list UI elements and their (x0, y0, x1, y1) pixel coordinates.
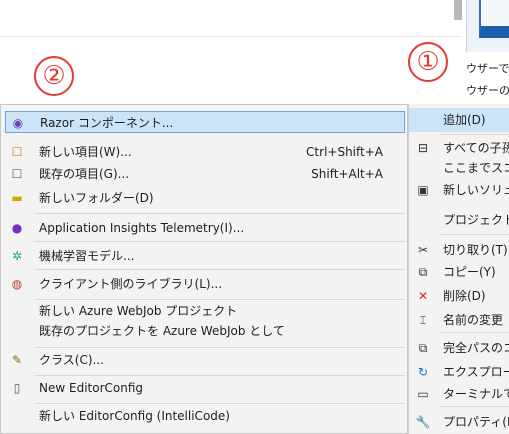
menu-label: Application Insights Telemetry(I)... (39, 221, 245, 235)
class-icon: ✎ (11, 353, 23, 367)
menu-new-item[interactable]: ☐ 新しい項目(W)... Ctrl+Shift+A (5, 141, 405, 163)
menu-shortcut: Ctrl+Shift+A (306, 145, 383, 159)
scrollbar-thumb[interactable] (454, 0, 462, 20)
context-properties[interactable]: 🔧 プロパティ(R) (409, 410, 509, 434)
menu-ml-model[interactable]: ✲ 機械学習モデル... (5, 245, 405, 267)
menu-shortcut: Shift+Alt+A (311, 167, 383, 181)
refresh-icon: ↻ (417, 365, 429, 379)
razor-component-icon: ◉ (12, 116, 24, 130)
menu-label: クラス(C)... (39, 353, 104, 367)
background-text-2: ウザーの追 (466, 84, 509, 97)
new-item-icon: ☐ (11, 145, 23, 159)
separator (439, 234, 509, 235)
menu-new-editorconfig-intellicode[interactable]: 新しい EditorConfig (IntelliCode) (5, 405, 405, 427)
context-copy-path[interactable]: ⧉ 完全パスのコ (409, 336, 509, 360)
context-label: プロパティ(R) (443, 415, 509, 429)
add-submenu: ◉ Razor コンポーネント... ☐ 新しい項目(W)... Ctrl+Sh… (0, 104, 408, 434)
context-label: すべての子孫 (443, 141, 509, 155)
client-library-icon: ◍ (11, 277, 23, 291)
app-insights-icon: ● (11, 221, 23, 235)
context-rename[interactable]: ⌶ 名前の変更 (409, 308, 509, 332)
menu-label: クライアント側のライブラリ(L)... (39, 277, 223, 291)
context-copy[interactable]: ⧉ コピー(Y) (409, 260, 509, 284)
menu-new-folder[interactable]: ▬ 新しいフォルダー(D) (5, 187, 405, 209)
menu-label: New EditorConfig (39, 381, 144, 395)
menu-client-library[interactable]: ◍ クライアント側のライブラリ(L)... (5, 273, 405, 295)
separator (439, 406, 509, 407)
context-menu: 追加(D) ⊟ すべての子孫 ここまでスコー ▣ 新しいソリュー プロジェクトか… (408, 104, 509, 434)
menu-label: 新しい項目(W)... (39, 145, 132, 159)
context-label: 名前の変更 (443, 313, 504, 327)
context-label: コピー(Y) (443, 265, 496, 279)
menu-label: 新しい Azure WebJob プロジェクト (39, 304, 238, 318)
context-label: 完全パスのコ (443, 341, 509, 355)
separator (35, 299, 405, 300)
menu-label: 新しいフォルダー(D) (39, 191, 154, 205)
context-new-solution[interactable]: ▣ 新しいソリュー (409, 178, 509, 202)
copy-icon: ⧉ (418, 265, 428, 279)
context-project-from[interactable]: プロジェクトか (409, 208, 509, 232)
separator (35, 241, 405, 242)
context-label: 切り取り(T) (443, 243, 508, 257)
wrench-icon: 🔧 (415, 415, 431, 429)
editorconfig-icon: ▯ (13, 381, 21, 395)
separator (35, 375, 405, 376)
context-scope[interactable]: ここまでスコー (409, 156, 509, 180)
collapse-icon: ⊟ (417, 141, 429, 155)
ml-model-icon: ✲ (11, 249, 23, 263)
rename-icon: ⌶ (419, 313, 427, 327)
separator (35, 213, 405, 214)
context-terminal[interactable]: ▭ ターミナルで開 (409, 382, 509, 406)
menu-existing-item[interactable]: ☐ 既存の項目(G)... Shift+Alt+A (5, 163, 405, 185)
context-label: プロジェクトか (443, 213, 509, 227)
context-add[interactable]: 追加(D) (409, 108, 509, 132)
context-delete[interactable]: ✕ 削除(D) (409, 284, 509, 308)
delete-icon: ✕ (417, 289, 429, 303)
menu-label: Razor コンポーネント... (40, 116, 174, 130)
menu-label: 既存の項目(G)... (39, 167, 130, 181)
existing-item-icon: ☐ (11, 167, 23, 181)
new-folder-icon: ▬ (11, 191, 23, 205)
scissors-icon: ✂ (417, 243, 429, 257)
separator (35, 347, 405, 348)
separator (439, 134, 509, 135)
menu-label: 機械学習モデル... (39, 249, 135, 263)
copy-path-icon: ⧉ (418, 341, 428, 355)
context-label: ターミナルで開 (443, 387, 509, 401)
context-label: エクスプロー (443, 365, 509, 379)
context-label: 新しいソリュー (443, 183, 509, 197)
new-solution-icon: ▣ (417, 183, 429, 197)
menu-class[interactable]: ✎ クラス(C)... (5, 349, 405, 371)
context-cut[interactable]: ✂ 切り取り(T) (409, 238, 509, 262)
menu-label: 既存のプロジェクトを Azure WebJob として (39, 324, 285, 338)
separator (35, 403, 405, 404)
background-panel (466, 0, 509, 52)
context-label: 追加(D) (443, 113, 486, 127)
menu-azure-webjob[interactable]: 新しい Azure WebJob プロジェクト 既存のプロジェクトを Azure… (5, 301, 405, 341)
menu-app-insights[interactable]: ● Application Insights Telemetry(I)... (5, 217, 405, 239)
menu-razor-component[interactable]: ◉ Razor コンポーネント... (5, 111, 405, 133)
callout-1: ① (408, 42, 448, 82)
background-text-1: ウザーで表 (466, 62, 509, 75)
editor-divider (0, 36, 460, 37)
context-label: ここまでスコー (443, 161, 509, 175)
separator (439, 332, 509, 333)
terminal-icon: ▭ (417, 387, 429, 401)
callout-2: ② (34, 56, 74, 96)
menu-new-editorconfig[interactable]: ▯ New EditorConfig (5, 377, 405, 399)
context-label: 削除(D) (443, 289, 486, 303)
separator (35, 269, 405, 270)
menu-label: 新しい EditorConfig (IntelliCode) (39, 409, 230, 423)
context-explorer[interactable]: ↻ エクスプロー (409, 360, 509, 384)
